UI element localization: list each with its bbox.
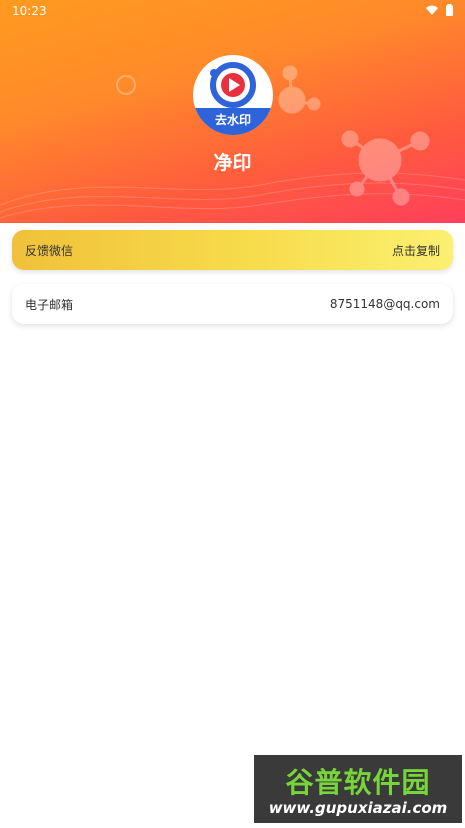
wechat-label: 反馈微信: [25, 243, 74, 258]
header-banner: 10:23 去水印 净印: [0, 0, 465, 223]
battery-icon: [446, 4, 453, 16]
copy-button[interactable]: 点击复制: [392, 242, 440, 259]
app-logo: 去水印: [193, 55, 273, 135]
watermark-title: 谷普软件园: [285, 766, 431, 799]
watermark-url: www.gupuxiazai.com: [268, 799, 448, 817]
email-card[interactable]: 电子邮箱 8751148@qq.com: [12, 284, 453, 324]
status-time: 10:23: [12, 4, 47, 18]
email-label: 电子邮箱: [25, 297, 74, 312]
email-value: 8751148@qq.com: [329, 297, 440, 311]
logo-text: 去水印: [193, 108, 273, 135]
site-watermark: 谷普软件园 www.gupuxiazai.com: [254, 755, 462, 823]
app-name: 净印: [213, 152, 252, 174]
status-icons: [426, 4, 453, 16]
wifi-icon: [426, 5, 438, 15]
wechat-feedback-card[interactable]: 反馈微信 点击复制: [12, 230, 453, 270]
status-bar: 10:23: [0, 0, 465, 22]
